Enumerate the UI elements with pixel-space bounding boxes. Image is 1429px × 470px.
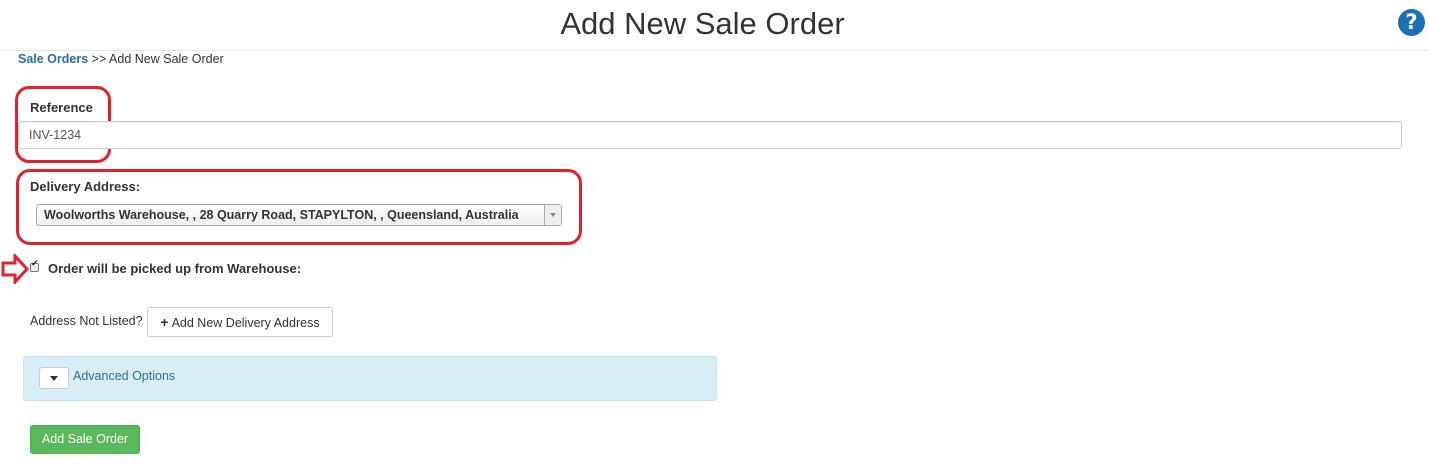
plus-icon: + bbox=[160, 314, 169, 330]
select-arrow-button[interactable] bbox=[544, 205, 561, 225]
add-delivery-address-button[interactable]: + Add New Delivery Address bbox=[147, 307, 333, 337]
reference-input[interactable] bbox=[18, 121, 1402, 149]
arrow-right-icon bbox=[1, 254, 29, 284]
advanced-options-toggle-button[interactable] bbox=[39, 367, 69, 389]
page-title: Add New Sale Order bbox=[560, 6, 845, 41]
breadcrumb-sale-orders-link[interactable]: Sale Orders bbox=[18, 52, 88, 66]
checkmark-icon: ✔ bbox=[31, 259, 39, 269]
add-sale-order-button[interactable]: Add Sale Order bbox=[30, 425, 140, 454]
caret-down-icon bbox=[50, 376, 58, 381]
delivery-address-label: Delivery Address: bbox=[30, 179, 141, 194]
breadcrumb: Sale Orders >> Add New Sale Order bbox=[18, 52, 224, 66]
breadcrumb-current: Add New Sale Order bbox=[109, 52, 224, 66]
breadcrumb-separator: >> bbox=[88, 52, 110, 66]
pickup-checkbox-label: Order will be picked up from Warehouse: bbox=[48, 261, 302, 276]
delivery-address-select[interactable]: Woolworths Warehouse, , 28 Quarry Road, … bbox=[36, 204, 562, 226]
advanced-options-panel: Advanced Options bbox=[23, 356, 717, 401]
advanced-options-label[interactable]: Advanced Options bbox=[73, 369, 175, 383]
delivery-address-selected-value: Woolworths Warehouse, , 28 Quarry Road, … bbox=[44, 208, 519, 222]
reference-label: Reference bbox=[30, 100, 93, 115]
header-divider bbox=[0, 50, 1429, 51]
address-not-listed-label: Address Not Listed? bbox=[30, 314, 143, 328]
add-delivery-address-button-label: Add New Delivery Address bbox=[171, 316, 320, 330]
pickup-checkbox[interactable]: ✔ bbox=[30, 259, 39, 272]
question-circle-icon[interactable]: ? bbox=[1398, 9, 1425, 36]
chevron-down-icon bbox=[550, 213, 556, 217]
